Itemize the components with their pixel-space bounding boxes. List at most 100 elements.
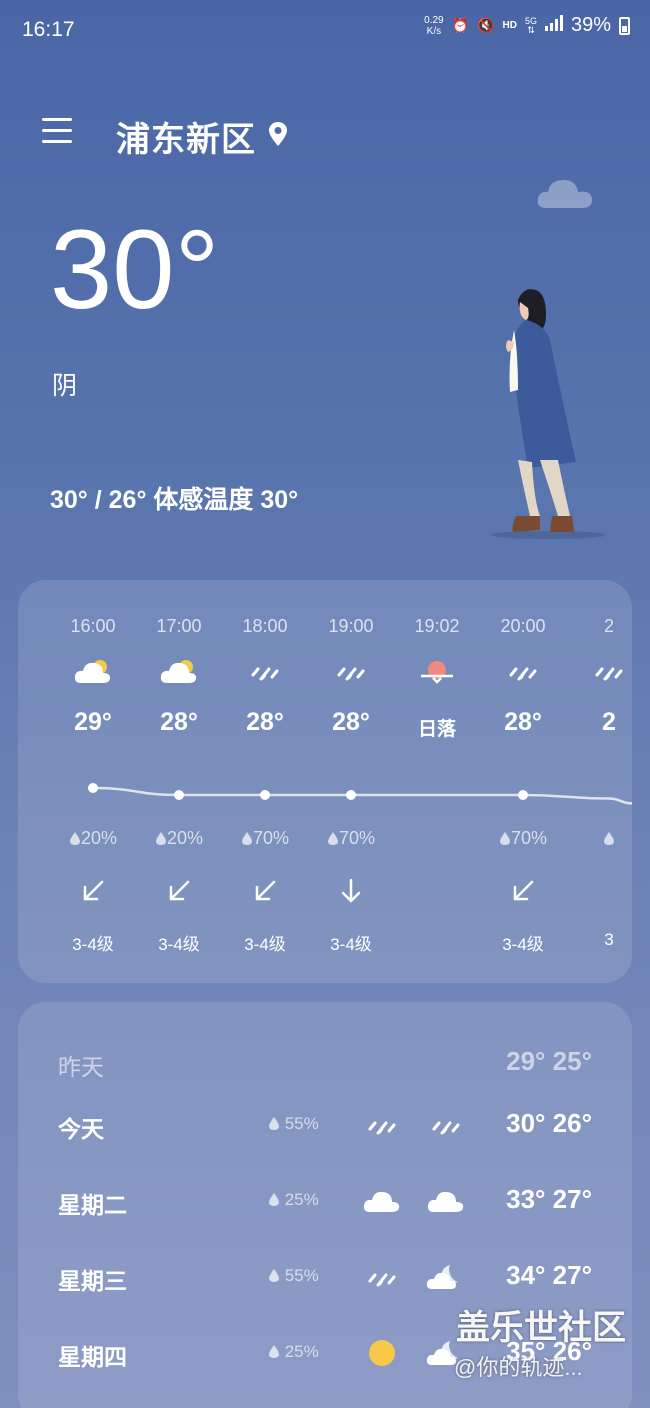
raindrop-icon (269, 1269, 279, 1282)
hourly-item: 16:00 29° 20% 3-4级 (50, 580, 136, 983)
hourly-temp: 28° (160, 708, 198, 736)
daily-day-label: 星期三 (58, 1268, 127, 1294)
cloud-decoration-icon (537, 180, 592, 208)
hourly-time: 19:00 (328, 616, 374, 636)
raindrop-icon (327, 832, 338, 845)
raindrop-icon (269, 1345, 279, 1358)
hourly-time: 17:00 (156, 616, 202, 636)
daily-rain-chance: 25% (268, 1342, 319, 1362)
hourly-item: 2 2 3 (566, 580, 632, 983)
hourly-rain-chance: 70% (308, 828, 394, 849)
daily-row[interactable]: 星期二 25% 33° 27° (18, 1182, 632, 1222)
hourly-rain-chance: 70% (480, 828, 566, 849)
hourly-temp: 28° (332, 708, 370, 736)
status-bar: 16:17 0.29 K/s ⏰ 🔇 HD 5G ⇅ 39% (0, 0, 650, 60)
cloud-icon (426, 1184, 466, 1218)
location-pin-icon (269, 122, 287, 146)
hourly-forecast-card[interactable]: 16:00 29° 20% 3-4级 17:00 28° 20% 3-4级 18:00 28° 70… (18, 580, 632, 983)
hourly-wind-level: 3-4级 (72, 935, 114, 954)
menu-button[interactable] (42, 118, 72, 148)
rain-icon (245, 656, 285, 686)
hourly-rain-chance: 20% (50, 828, 136, 849)
rain-icon (331, 656, 371, 686)
daily-row[interactable]: 星期三 55% 34° 27° (18, 1258, 632, 1298)
rain-icon (362, 1260, 402, 1294)
rain-icon (362, 1108, 402, 1142)
hourly-wind-level: 3-4级 (330, 935, 372, 954)
hourly-item: 17:00 28° 20% 3-4级 (136, 580, 222, 983)
rain-icon (503, 656, 543, 686)
rain-icon (426, 1108, 466, 1142)
watermark-author: @你的轨迹... (454, 1355, 583, 1380)
hourly-item: 20:00 28° 70% 3-4级 (480, 580, 566, 983)
raindrop-icon (155, 832, 166, 845)
raindrop-icon (269, 1193, 279, 1206)
raindrop-icon (604, 832, 614, 845)
daily-day-label: 星期四 (58, 1344, 127, 1370)
sunset-icon (417, 656, 457, 686)
status-icons: 0.29 K/s ⏰ 🔇 HD 5G ⇅ 39% (424, 14, 630, 37)
wind-direction-arrow-icon (250, 876, 280, 906)
battery-percent: 39% (570, 14, 611, 36)
hourly-wind-level: 3 (604, 930, 614, 949)
hourly-temp: 28° (504, 708, 542, 736)
wind-direction-arrow-icon (164, 876, 194, 906)
net-speed: 0.29 K/s (424, 14, 444, 37)
raindrop-icon (269, 1117, 279, 1130)
hourly-item: 18:00 28° 70% 3-4级 (222, 580, 308, 983)
hourly-wind-level: 3-4级 (244, 935, 286, 954)
wind-direction-arrow-icon (78, 876, 108, 906)
hourly-rain-chance: 70% (222, 828, 308, 849)
hourly-time: 19:02 (414, 616, 460, 636)
daily-rain-chance: 55% (268, 1266, 319, 1286)
hourly-rain-chance: 20% (136, 828, 222, 849)
daily-temperature-range: 34° 27° (506, 1260, 592, 1290)
hourly-wind-level: 3-4级 (158, 935, 200, 954)
partly-cloudy-icon (159, 656, 199, 686)
daily-row[interactable]: 今天 55% 30° 26° (18, 1106, 632, 1146)
daily-temperature-range: 29° 25° (506, 1046, 592, 1076)
person-illustration (490, 289, 606, 539)
daily-temperature-range: 30° 26° (506, 1108, 592, 1138)
hourly-temp: 2 (602, 708, 616, 736)
temperature-range-feels-like: 30° / 26° 体感温度 30° (50, 486, 299, 514)
sun-icon (362, 1336, 402, 1370)
hd-label: HD (502, 20, 517, 31)
signal-icon (544, 14, 563, 37)
hourly-item: 19:02 日落 (394, 580, 480, 983)
partly-cloudy-icon (73, 656, 113, 686)
daily-day-label: 昨天 (58, 1054, 104, 1080)
network-label: 5G ⇅ (524, 15, 537, 35)
raindrop-icon (69, 832, 80, 845)
daily-day-label: 星期二 (58, 1192, 127, 1218)
cloud-icon (362, 1184, 402, 1218)
raindrop-icon (241, 832, 252, 845)
wind-direction-arrow-icon (336, 876, 366, 906)
current-condition: 阴 (52, 372, 78, 400)
hourly-time: 20:00 (500, 616, 546, 636)
wind-direction-arrow-icon (508, 876, 538, 906)
watermark-title: 盖乐世社区 (456, 1309, 626, 1347)
hourly-item: 19:00 28° 70% 3-4级 (308, 580, 394, 983)
hourly-time: 16:00 (70, 616, 116, 636)
status-time: 16:17 (22, 18, 75, 41)
hourly-temp: 28° (246, 708, 284, 736)
current-temperature: 30° (50, 207, 220, 332)
mute-icon: 🔇 (477, 17, 495, 33)
hourly-time: 18:00 (242, 616, 288, 636)
location-title[interactable]: 浦东新区 (116, 112, 256, 161)
rain-icon (589, 656, 629, 686)
raindrop-icon (499, 832, 510, 845)
hourly-rain-chance (566, 828, 632, 849)
daily-rain-chance: 55% (268, 1114, 319, 1134)
hourly-temp: 29° (74, 708, 112, 736)
daily-rain-chance: 25% (268, 1190, 319, 1210)
battery-icon (619, 16, 630, 35)
daily-temperature-range: 33° 27° (506, 1184, 592, 1214)
alarm-icon: ⏰ (451, 17, 470, 33)
moon-cloud-icon (426, 1260, 466, 1294)
daily-row[interactable]: 昨天 29° 25° (18, 1044, 632, 1084)
hourly-wind-level: 3-4级 (502, 935, 544, 954)
hourly-temp: 日落 (417, 719, 456, 740)
daily-day-label: 今天 (58, 1116, 104, 1142)
